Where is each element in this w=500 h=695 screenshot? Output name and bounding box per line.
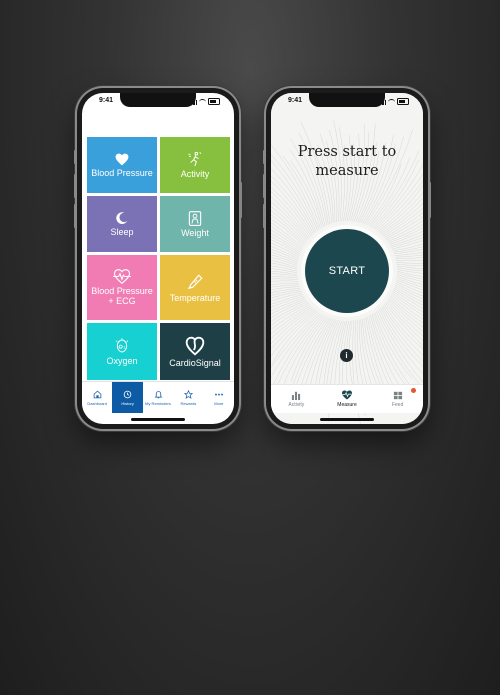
tile-label: Blood Pressure + ECG xyxy=(91,286,153,306)
title-line-2: measure xyxy=(315,163,379,179)
wifi-icon xyxy=(388,99,395,105)
tile-blood-pressure[interactable]: Blood Pressure xyxy=(87,137,157,193)
battery-icon xyxy=(208,98,220,105)
tab-label: Feed xyxy=(391,401,404,408)
tile-temperature[interactable]: Temperature xyxy=(160,255,230,320)
status-time: 9:41 xyxy=(99,97,114,104)
tile-weight[interactable]: Weight xyxy=(160,196,230,252)
oxygen-icon: 2 xyxy=(115,337,129,352)
svg-text:2: 2 xyxy=(123,345,125,349)
start-button[interactable]: START xyxy=(305,229,389,313)
bottom-tab-bar: Dashboard History My Reminders Rewards M… xyxy=(82,381,234,413)
battery-icon xyxy=(397,98,409,105)
tile-sleep[interactable]: Sleep xyxy=(87,196,157,252)
activity-icon xyxy=(188,151,202,167)
heart-pulse-icon xyxy=(342,390,352,400)
tab-measure[interactable]: Measure xyxy=(322,385,373,413)
tile-blood-pressure-ecg[interactable]: Blood Pressure + ECG xyxy=(87,255,157,320)
title-line-1: Press start to xyxy=(297,144,397,160)
tab-label: Dashboard xyxy=(87,400,107,406)
home-icon xyxy=(93,390,101,398)
mute-switch xyxy=(74,150,76,164)
tab-label: More xyxy=(214,400,224,406)
tile-label: Activity xyxy=(180,169,210,179)
bar-chart-icon xyxy=(292,391,301,400)
tile-label: Weight xyxy=(181,227,209,238)
bottom-tab-bar: Activity Measure Feed xyxy=(271,384,423,413)
info-button[interactable]: i xyxy=(340,349,353,362)
tab-feed[interactable]: Feed xyxy=(372,385,423,413)
star-icon xyxy=(183,389,193,399)
power-button xyxy=(240,182,242,218)
wifi-icon xyxy=(199,99,206,105)
tab-label: Activity xyxy=(288,401,305,408)
tile-label: Oxygen xyxy=(106,355,138,366)
volume-up-button xyxy=(263,174,265,198)
right-screen: 9:41 Press start to measure START i Acti… xyxy=(271,93,423,424)
mute-switch xyxy=(263,150,265,164)
tile-oxygen[interactable]: 2 Oxygen xyxy=(87,323,157,380)
page-title: Press start to measure xyxy=(271,143,423,181)
cardiosignal-logo-icon xyxy=(185,336,205,356)
tile-label: Sleep xyxy=(110,227,134,237)
tab-label: Measure xyxy=(337,402,357,408)
tab-my-reminders[interactable]: My Reminders xyxy=(143,382,173,413)
more-icon xyxy=(214,393,223,395)
notch xyxy=(309,93,385,107)
moon-icon xyxy=(116,212,128,224)
tab-dashboard[interactable]: Dashboard xyxy=(82,382,112,413)
volume-up-button xyxy=(74,174,76,198)
tile-label: Temperature xyxy=(169,292,221,303)
tab-label: History xyxy=(121,400,134,406)
scale-icon xyxy=(188,210,202,226)
tile-activity[interactable]: Activity xyxy=(160,137,230,193)
volume-down-button xyxy=(74,204,76,228)
heart-ecg-icon xyxy=(113,269,131,284)
tab-history[interactable]: History xyxy=(112,382,143,413)
thermometer-icon xyxy=(187,274,203,289)
status-time: 9:41 xyxy=(288,97,303,104)
tile-label: CardioSignal xyxy=(169,357,221,368)
tile-label: Blood Pressure xyxy=(91,167,153,178)
volume-down-button xyxy=(263,204,265,228)
notification-badge xyxy=(411,388,417,393)
left-phone: 9:41 Blood Pressure Activity Sleep Weigh… xyxy=(74,88,242,429)
right-phone: 9:41 Press start to measure START i Acti… xyxy=(263,88,431,429)
tab-more[interactable]: More xyxy=(204,382,234,413)
tab-rewards[interactable]: Rewards xyxy=(173,382,203,413)
clock-icon xyxy=(123,390,132,398)
tile-cardiosignal[interactable]: CardioSignal xyxy=(160,323,230,380)
tab-activity[interactable]: Activity xyxy=(271,385,322,413)
home-indicator xyxy=(320,418,374,421)
left-screen: 9:41 Blood Pressure Activity Sleep Weigh… xyxy=(82,93,234,424)
heart-icon xyxy=(115,153,129,165)
feed-icon xyxy=(393,391,402,399)
notch xyxy=(120,93,196,107)
measurement-grid: Blood Pressure Activity Sleep Weight Blo… xyxy=(87,137,230,380)
tab-label: My Reminders xyxy=(145,400,171,406)
home-indicator xyxy=(131,418,185,421)
power-button xyxy=(429,182,431,218)
tab-label: Rewards xyxy=(180,400,197,406)
bell-icon xyxy=(154,390,163,398)
